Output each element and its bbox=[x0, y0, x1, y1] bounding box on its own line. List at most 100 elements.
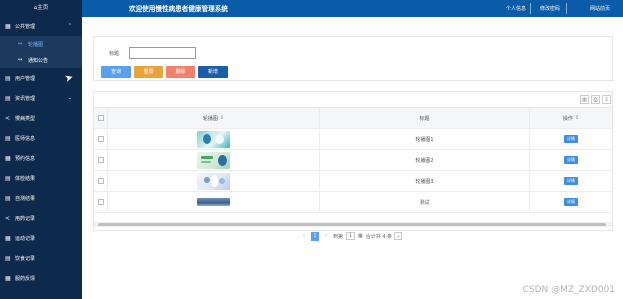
table-icon: ▤ bbox=[5, 94, 11, 102]
link-icon: ↔ bbox=[18, 41, 23, 47]
carousel-thumbnail[interactable] bbox=[197, 198, 230, 206]
table-row: 测试 详情 bbox=[94, 192, 612, 213]
pagination: ‹ 1 › 到第 1 ▦ 合计共 4 条 ⌄ bbox=[300, 231, 403, 241]
query-button[interactable]: 查询 bbox=[101, 66, 131, 78]
goto-page-label: 到第 bbox=[333, 233, 344, 240]
sidebar-item-public-management[interactable]: ▦ 公共管理 ⌃ bbox=[0, 16, 82, 36]
sidebar-item-medication-feedback[interactable]: ▦ 服药反馈 bbox=[0, 268, 82, 288]
row-checkbox[interactable] bbox=[97, 157, 104, 163]
sidebar-item-label: 体检结果 bbox=[15, 175, 36, 182]
column-header-label: 操作 bbox=[562, 115, 573, 122]
column-header-carousel[interactable]: 轮播图 ⇕ bbox=[107, 108, 319, 128]
sidebar-item-label: 轮播图 bbox=[28, 41, 44, 48]
change-password-link[interactable]: 修改密码 bbox=[540, 5, 560, 12]
sidebar: ⌂主页 ▦ 公共管理 ⌃ ↔ 轮播图 ↔ 通知公告 ▤ 用户管理 ⌄ ▤ 资讯管… bbox=[0, 0, 82, 299]
grid-icon: ▦ bbox=[5, 22, 11, 30]
horizontal-scrollbar[interactable] bbox=[94, 222, 612, 227]
sort-icon[interactable]: ⇕ bbox=[220, 115, 224, 121]
carousel-image-cell bbox=[107, 171, 319, 191]
reset-button[interactable]: 重置 bbox=[134, 66, 163, 78]
sidebar-item-appointments[interactable]: ▦ 预约信息 bbox=[0, 148, 82, 168]
link-icon: ↔ bbox=[18, 57, 23, 63]
delete-button[interactable]: 删除 bbox=[166, 66, 195, 78]
row-checkbox[interactable] bbox=[97, 136, 104, 142]
grid-icon: ▦ bbox=[5, 234, 11, 242]
app-window: ⌂主页 ▦ 公共管理 ⌃ ↔ 轮播图 ↔ 通知公告 ▤ 用户管理 ⌄ ▤ 资讯管… bbox=[0, 0, 623, 299]
title-cell: 测试 bbox=[319, 192, 529, 212]
action-cell: 详情 bbox=[529, 150, 612, 170]
sidebar-item-doctors[interactable]: ▤ 医师信息 bbox=[0, 128, 82, 148]
row-select-cell bbox=[94, 171, 107, 191]
sidebar-item-news-management[interactable]: ▤ 资讯管理 ⌄ bbox=[0, 88, 82, 108]
header-divider bbox=[566, 3, 567, 14]
row-checkbox[interactable] bbox=[97, 199, 104, 205]
table-body: 轮播图 ⇕ 标题 操作 ⇕ 轮播图1 详情 轮播图2 详情 轮播图3 详情 测试… bbox=[94, 108, 612, 213]
sidebar-item-self-test-results[interactable]: ▤ 自测结果 bbox=[0, 188, 82, 208]
export-icon[interactable]: ⇩ bbox=[602, 95, 611, 104]
print-icon[interactable]: ⎙ bbox=[591, 95, 600, 104]
sidebar-item-label: 饮食记录 bbox=[15, 255, 36, 262]
next-page-button[interactable]: › bbox=[322, 232, 330, 241]
chevron-up-icon: ⌃ bbox=[67, 23, 72, 29]
action-cell: 详情 bbox=[529, 171, 612, 191]
carousel-thumbnail[interactable] bbox=[197, 130, 230, 148]
title-search-input[interactable] bbox=[129, 47, 196, 59]
page-size-select[interactable]: ⌄ bbox=[394, 232, 403, 240]
table-icon: ▤ bbox=[5, 134, 11, 142]
carousel-thumbnail[interactable] bbox=[197, 151, 230, 169]
sidebar-item-label: 用药记录 bbox=[15, 215, 36, 222]
total-count: 合计共 4 条 bbox=[365, 233, 393, 240]
sidebar-item-exercise-records[interactable]: ▦ 运动记录 bbox=[0, 228, 82, 248]
title-search-label: 标题 bbox=[109, 51, 120, 57]
carousel-thumbnail[interactable] bbox=[197, 172, 230, 190]
row-select-cell bbox=[94, 129, 107, 149]
select-all-checkbox[interactable] bbox=[97, 115, 104, 121]
detail-button[interactable]: 详情 bbox=[564, 198, 578, 206]
sidebar-item-checkup-results[interactable]: ▤ 体检结果 bbox=[0, 168, 82, 188]
detail-button[interactable]: 详情 bbox=[564, 177, 578, 185]
table-icon: ▤ bbox=[5, 74, 11, 82]
sidebar-item-diet-records[interactable]: ▤ 饮食记录 bbox=[0, 248, 82, 268]
action-cell: 详情 bbox=[529, 129, 612, 149]
column-header-title: 标题 bbox=[319, 108, 529, 128]
table-row: 轮播图3 详情 bbox=[94, 171, 612, 192]
carousel-image-cell bbox=[107, 192, 319, 212]
table-row: 轮播图1 详情 bbox=[94, 129, 612, 150]
row-checkbox[interactable] bbox=[97, 178, 104, 184]
page-number-button[interactable]: 1 bbox=[311, 231, 319, 241]
search-panel: 标题 查询 重置 删除 新增 bbox=[93, 36, 613, 81]
prev-page-button[interactable]: ‹ bbox=[300, 232, 308, 241]
row-select-cell bbox=[94, 150, 107, 170]
title-cell: 轮播图1 bbox=[319, 129, 529, 149]
table-row: 轮播图2 详情 bbox=[94, 150, 612, 171]
column-header-actions: 操作 ⇕ bbox=[529, 108, 612, 128]
columns-icon[interactable]: ▥ bbox=[580, 95, 589, 104]
goto-page-input[interactable]: 1 bbox=[346, 232, 356, 240]
grid-icon: ▦ bbox=[5, 274, 11, 282]
sidebar-home-link[interactable]: ⌂主页 bbox=[0, 0, 82, 16]
sidebar-subitem-notices[interactable]: ↔ 通知公告 bbox=[0, 52, 82, 68]
table-toolbar: ▥ ⎙ ⇩ bbox=[94, 92, 612, 108]
sidebar-item-medication-records[interactable]: < 用药记录 bbox=[0, 208, 82, 228]
detail-button[interactable]: 详情 bbox=[564, 135, 578, 143]
detail-button[interactable]: 详情 bbox=[564, 156, 578, 164]
sidebar-item-label: 预约信息 bbox=[15, 155, 36, 162]
sidebar-item-label: 医师信息 bbox=[15, 135, 36, 142]
scrollbar-thumb[interactable] bbox=[98, 223, 606, 226]
column-header-label: 标题 bbox=[419, 115, 430, 122]
sidebar-item-disease-types[interactable]: < 慢病类型 bbox=[0, 108, 82, 128]
top-header-bar: 欢迎使用慢性病患者健康管理系统 个人信息 修改密码 网站前页 bbox=[82, 0, 623, 17]
add-button[interactable]: 新增 bbox=[198, 66, 228, 78]
table-header-row: 轮播图 ⇕ 标题 操作 ⇕ bbox=[94, 108, 612, 129]
table-icon: ▤ bbox=[5, 174, 11, 182]
table-icon: ▤ bbox=[5, 194, 11, 202]
sort-icon[interactable]: ⇕ bbox=[575, 115, 579, 121]
system-title: 欢迎使用慢性病患者健康管理系统 bbox=[129, 5, 228, 13]
website-home-link[interactable]: 网站前页 bbox=[590, 5, 610, 12]
header-divider bbox=[530, 3, 531, 14]
profile-link[interactable]: 个人信息 bbox=[506, 5, 526, 12]
title-cell: 轮播图2 bbox=[319, 150, 529, 170]
select-all-cell bbox=[94, 108, 107, 128]
sidebar-item-label: 公共管理 bbox=[15, 23, 36, 30]
sidebar-subitem-carousel[interactable]: ↔ 轮播图 bbox=[0, 36, 82, 52]
